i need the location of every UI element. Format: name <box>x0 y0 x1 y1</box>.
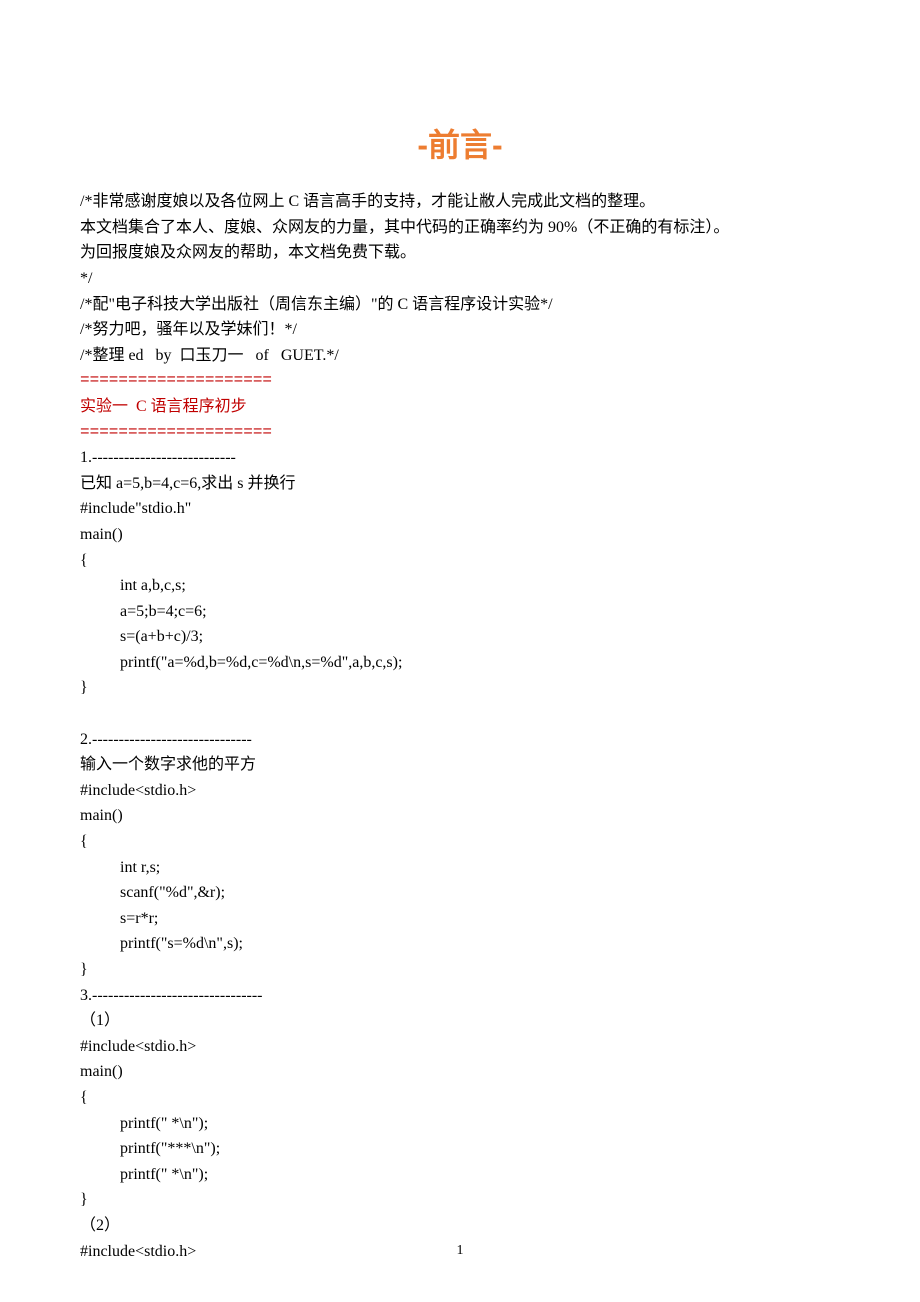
intro-paragraph: /*非常感谢度娘以及各位网上 C 语言高手的支持，才能让敝人完成此文档的整理。 … <box>80 189 840 368</box>
page-number: 1 <box>0 1240 920 1262</box>
exercise-description: 已知 a=5,b=4,c=6,求出 s 并换行 <box>80 471 840 497</box>
exercise-1: 1.--------------------------- 已知 a=5,b=4… <box>80 445 840 701</box>
exercise-number: 1.--------------------------- <box>80 445 840 471</box>
code-line: } <box>80 957 840 983</box>
code-line: { <box>80 548 840 574</box>
code-line: #include<stdio.h> <box>80 778 840 804</box>
code-line: s=(a+b+c)/3; <box>80 624 840 650</box>
subsection-label: （1） <box>80 1008 840 1034</box>
subsection-label: （2） <box>80 1213 840 1239</box>
code-line: int r,s; <box>80 855 840 881</box>
code-line: printf(" *\n"); <box>80 1111 840 1137</box>
intro-line: */ <box>80 266 840 292</box>
code-line: #include<stdio.h> <box>80 1034 840 1060</box>
exercise-2: 2.------------------------------ 输入一个数字求… <box>80 727 840 983</box>
code-line: } <box>80 1187 840 1213</box>
code-line: { <box>80 1085 840 1111</box>
separator-top: ==================== <box>80 368 840 394</box>
section-heading: 实验一 C 语言程序初步 <box>80 394 840 420</box>
intro-line: 为回报度娘及众网友的帮助，本文档免费下载。 <box>80 240 840 266</box>
document-title: -前言- <box>80 120 840 171</box>
code-line: int a,b,c,s; <box>80 573 840 599</box>
intro-line: /*整理 ed by 口玉刀一 of GUET.*/ <box>80 343 840 369</box>
code-line: printf("s=%d\n",s); <box>80 931 840 957</box>
code-line: s=r*r; <box>80 906 840 932</box>
blank-line <box>80 701 840 727</box>
code-line: printf("***\n"); <box>80 1136 840 1162</box>
code-line: printf("a=%d,b=%d,c=%d\n,s=%d",a,b,c,s); <box>80 650 840 676</box>
code-line: } <box>80 675 840 701</box>
separator-bottom: ==================== <box>80 420 840 446</box>
intro-line: 本文档集合了本人、度娘、众网友的力量，其中代码的正确率约为 90%（不正确的有标… <box>80 215 840 241</box>
intro-line: /*配"电子科技大学出版社（周信东主编）"的 C 语言程序设计实验*/ <box>80 292 840 318</box>
code-line: scanf("%d",&r); <box>80 880 840 906</box>
exercise-number: 3.-------------------------------- <box>80 983 840 1009</box>
exercise-number: 2.------------------------------ <box>80 727 840 753</box>
code-line: printf(" *\n"); <box>80 1162 840 1188</box>
exercise-description: 输入一个数字求他的平方 <box>80 752 840 778</box>
code-line: main() <box>80 803 840 829</box>
code-line: main() <box>80 1059 840 1085</box>
code-line: main() <box>80 522 840 548</box>
code-line: { <box>80 829 840 855</box>
intro-line: /*努力吧，骚年以及学妹们！*/ <box>80 317 840 343</box>
code-line: #include"stdio.h" <box>80 496 840 522</box>
code-line: a=5;b=4;c=6; <box>80 599 840 625</box>
intro-line: /*非常感谢度娘以及各位网上 C 语言高手的支持，才能让敝人完成此文档的整理。 <box>80 189 840 215</box>
exercise-3: 3.-------------------------------- （1） #… <box>80 983 840 1265</box>
